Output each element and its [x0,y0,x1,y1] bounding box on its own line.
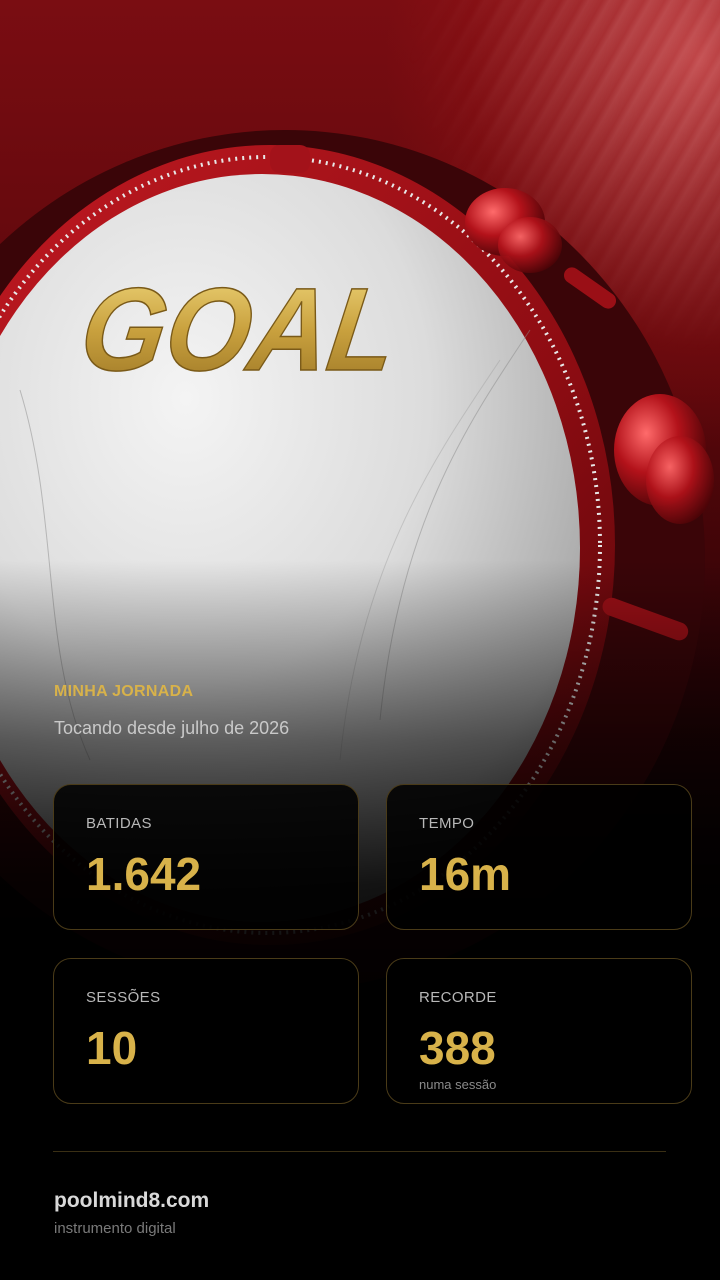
stat-label: RECORDE [419,989,497,1006]
footer-divider [53,1151,666,1152]
stat-card-recorde: RECORDE 388 numa sessão [386,958,692,1104]
stat-value: 1.642 [86,848,202,900]
stat-card-batidas: BATIDAS 1.642 [53,784,359,930]
brand-link[interactable]: poolmind8.com [54,1189,209,1213]
journey-subtitle: Tocando desde julho de 2026 [54,718,290,738]
stat-value: 16m [419,848,512,900]
brand-tagline: instrumento digital [54,1220,176,1237]
stat-label: TEMPO [419,815,475,832]
stat-card-sessoes: SESSÕES 10 [53,958,359,1104]
stat-label: SESSÕES [86,989,161,1006]
stat-value: 388 [419,1022,496,1074]
stat-value: 10 [86,1022,138,1074]
goal-logo: GOAL [73,264,405,395]
stat-label: BATIDAS [86,815,152,832]
stat-card-tempo: TEMPO 16m [386,784,692,930]
journey-title: MINHA JORNADA [54,683,194,700]
stat-note: numa sessão [419,1077,497,1092]
